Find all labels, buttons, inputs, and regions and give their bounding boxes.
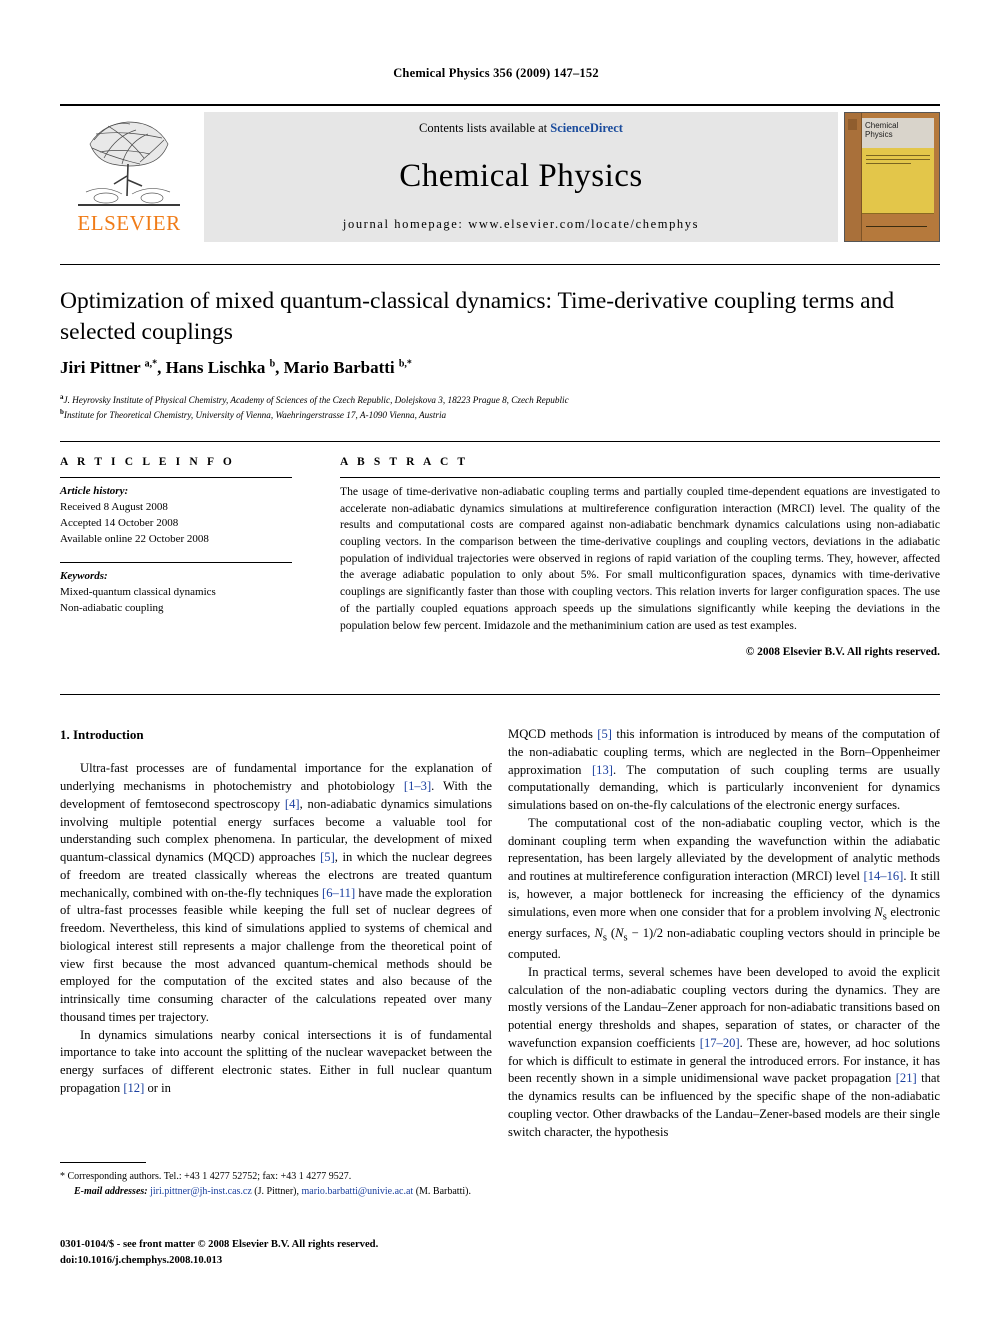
journal-title: Chemical Physics <box>399 158 643 195</box>
keywords-block: Keywords: Mixed-quantum classical dynami… <box>60 569 305 617</box>
title-divider <box>60 264 940 265</box>
footnote-divider <box>60 1162 146 1163</box>
journal-masthead: ELSEVIER Contents lists available at Sci… <box>60 104 940 242</box>
paragraph: The computational cost of the non-adiaba… <box>508 815 940 962</box>
masthead-center-band: Contents lists available at ScienceDirec… <box>204 112 838 242</box>
article-title: Optimization of mixed quantum-classical … <box>60 288 895 345</box>
author-list: Jiri Pittner a,*, Hans Lischka b, Mario … <box>60 358 412 377</box>
article-info-column: A R T I C L E I N F O Article history: R… <box>60 456 305 631</box>
history-accepted: Accepted 14 October 2008 <box>60 516 179 529</box>
history-received: Received 8 August 2008 <box>60 500 168 513</box>
keyword-item: Mixed-quantum classical dynamics <box>60 585 216 598</box>
article-info-heading: A R T I C L E I N F O <box>60 456 235 468</box>
abstract-heading: A B S T R A C T <box>340 456 469 468</box>
body-column-left: 1. Introduction Ultra-fast processes are… <box>60 726 492 1098</box>
cover-text-lines <box>866 155 930 167</box>
imprint-block: 0301-0104/$ - see front matter © 2008 El… <box>60 1237 492 1269</box>
imprint-doi-line: doi:10.1016/j.chemphys.2008.10.013 <box>60 1254 223 1266</box>
abstract-text: The usage of time-derivative non-adiabat… <box>340 485 940 632</box>
email-label: E-mail addresses: <box>74 1185 148 1197</box>
journal-cover-thumbnail: Chemical Physics <box>844 112 940 242</box>
body-column-right: MQCD methods [5] this information is int… <box>508 726 940 1141</box>
section-heading-introduction: 1. Introduction <box>60 727 144 742</box>
paragraph: Ultra-fast processes are of fundamental … <box>60 761 493 1024</box>
email-link-pittner[interactable]: jiri.pittner@jh-inst.cas.cz <box>150 1186 252 1197</box>
abstract-column: A B S T R A C T The usage of time-deriva… <box>340 456 940 658</box>
asterisk-icon: * <box>60 1171 65 1182</box>
elsevier-logo: ELSEVIER <box>60 112 198 242</box>
imprint-issn-line: 0301-0104/$ - see front matter © 2008 El… <box>60 1239 379 1250</box>
affiliation-b: bInstitute for Theoretical Chemistry, Un… <box>60 408 447 421</box>
email-note: E-mail addresses: jiri.pittner@jh-inst.c… <box>60 1185 492 1200</box>
journal-homepage-link[interactable]: journal homepage: www.elsevier.com/locat… <box>343 217 699 232</box>
keyword-item: Non-adiabatic coupling <box>60 601 164 614</box>
article-history-label: Article history: <box>60 485 129 497</box>
email-owner-barbatti: (M. Barbatti). <box>415 1185 471 1197</box>
history-online: Available online 22 October 2008 <box>60 532 209 545</box>
sciencedirect-link[interactable]: ScienceDirect <box>550 121 623 135</box>
email-link-barbatti[interactable]: mario.barbatti@univie.ac.at <box>302 1186 414 1197</box>
paragraph: In practical terms, several schemes have… <box>508 964 940 1139</box>
elsevier-tree-icon <box>78 118 180 206</box>
affiliation-a: aJ. Heyrovsky Institute of Physical Chem… <box>60 393 569 406</box>
abstract-band-bottom-divider <box>60 694 940 695</box>
paragraph: In dynamics simulations nearby conical i… <box>60 1027 492 1095</box>
contents-available-line: Contents lists available at ScienceDirec… <box>419 121 623 136</box>
corresponding-author-note: * Corresponding authors. Tel.: +43 1 427… <box>60 1171 352 1182</box>
running-head: Chemical Physics 356 (2009) 147–152 <box>393 66 599 80</box>
footnote-block: * Corresponding authors. Tel.: +43 1 427… <box>60 1170 492 1199</box>
email-owner-pittner: (J. Pittner), <box>254 1185 300 1197</box>
abstract-band-top-divider <box>60 441 940 442</box>
article-page: Chemical Physics 356 (2009) 147–152 ELSE… <box>0 0 992 1323</box>
contents-prefix: Contents lists available at <box>419 121 548 135</box>
affiliation-list: aJ. Heyrovsky Institute of Physical Chem… <box>60 392 940 423</box>
cover-journal-name: Chemical Physics <box>865 121 899 140</box>
abstract-copyright: © 2008 Elsevier B.V. All rights reserved… <box>745 646 940 659</box>
paragraph: MQCD methods [5] this information is int… <box>508 727 941 812</box>
elsevier-wordmark: ELSEVIER <box>77 211 181 235</box>
keywords-label: Keywords: <box>60 569 108 582</box>
article-history: Article history: Received 8 August 2008 … <box>60 484 305 548</box>
